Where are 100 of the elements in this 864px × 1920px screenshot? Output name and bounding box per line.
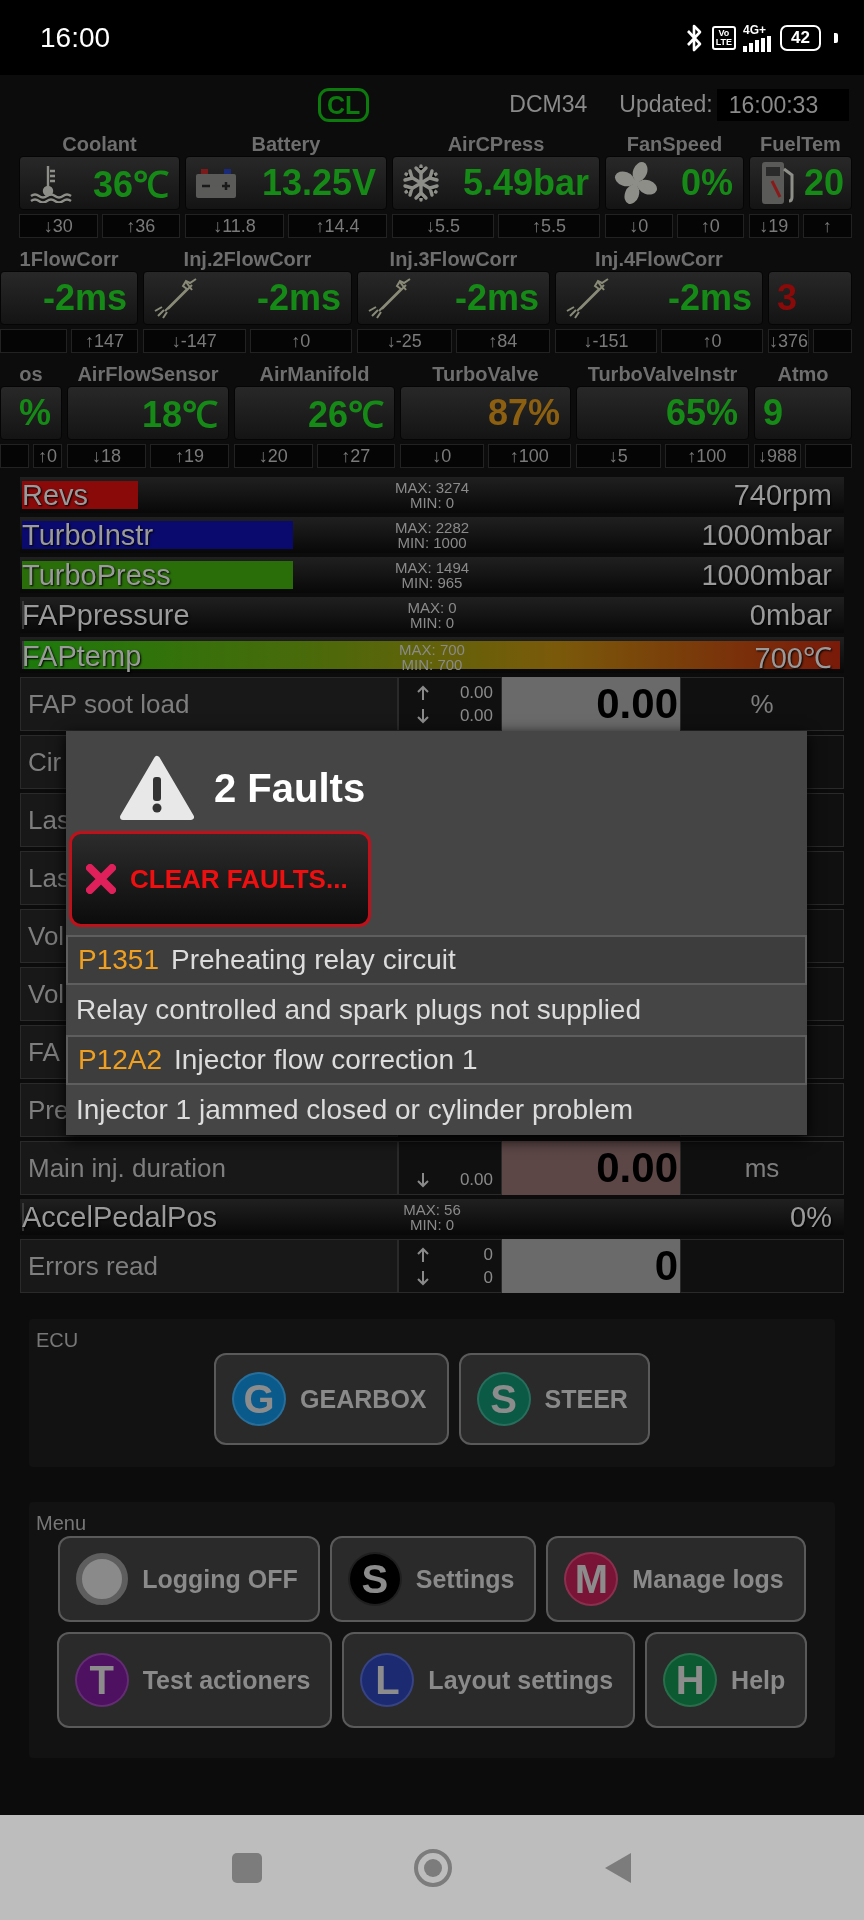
- letter-badge: L: [360, 1653, 415, 1707]
- warning-icon: [120, 755, 194, 821]
- value-display: 0.00: [502, 1141, 680, 1195]
- max-reading: MAX: 1494: [394, 560, 470, 575]
- unit-label: %: [680, 677, 844, 731]
- min-reading: 0.00: [459, 705, 493, 726]
- max-reading: MAX: 56: [403, 1202, 461, 1217]
- gauge-value: 13.25V: [260, 162, 376, 204]
- volte-badge: Vo LTE: [711, 25, 737, 50]
- max-reading: ↑14.4: [288, 214, 387, 238]
- unit-label: ms: [680, 1141, 844, 1195]
- gauge-value: -2ms: [255, 277, 341, 319]
- gauge-label: FanSpeed: [626, 133, 723, 155]
- max-reading: MAX: 3274: [394, 480, 470, 495]
- arrow-up-icon: [417, 684, 429, 701]
- empty-cell: [805, 444, 852, 468]
- status-badge: CL: [318, 87, 370, 122]
- fault-code: P12A2: [78, 1044, 163, 1076]
- gauge-value: 18℃: [140, 392, 218, 437]
- clock-time: 16:00: [40, 21, 112, 54]
- menu-button[interactable]: L Layout settings: [342, 1632, 636, 1728]
- min-reading: ↓-25: [357, 329, 452, 353]
- letter-badge: S: [347, 1552, 402, 1606]
- menu-button[interactable]: H Help: [645, 1632, 808, 1728]
- min-reading: ↓-147: [143, 329, 246, 353]
- bar-reading: 0mbar: [748, 598, 833, 632]
- gauge-value: 0%: [679, 162, 733, 204]
- menu-button[interactable]: T Test actioners: [56, 1632, 333, 1728]
- value-display: 0.00: [502, 677, 680, 731]
- bar-label: TurboInstr: [21, 518, 155, 552]
- min-reading: ↓0: [400, 444, 484, 468]
- bar-reading: 740rpm: [732, 478, 833, 512]
- menu-button[interactable]: S STEER: [458, 1353, 650, 1445]
- letter-badge: T: [74, 1653, 129, 1707]
- max-reading: ↑100: [487, 444, 571, 468]
- min-reading: ↓18: [67, 444, 146, 468]
- max-reading: MAX: 700: [399, 641, 465, 657]
- updated-time: 16:00:33: [716, 88, 849, 121]
- max-reading: ↑0: [676, 214, 744, 238]
- gauge-value: -2ms: [41, 277, 127, 319]
- gauge-label: 1FlowCorr: [19, 248, 119, 270]
- gauge-value: -2ms: [666, 277, 752, 319]
- max-reading: ↑100: [664, 444, 749, 468]
- close-icon: [86, 864, 116, 894]
- thermometer-icon: [28, 163, 72, 203]
- fan-icon: [614, 161, 658, 205]
- bar-reading: 1000mbar: [700, 518, 833, 552]
- max-reading: MAX: 2282: [394, 520, 470, 535]
- recents-icon: [231, 1851, 263, 1884]
- max-reading: 0: [483, 1244, 493, 1265]
- min-reading: ↓0: [605, 214, 673, 238]
- min-reading: ↓-151: [555, 329, 657, 353]
- battery-indicator: 42: [780, 24, 821, 51]
- gauge-value: 87%: [486, 392, 560, 434]
- readout-label: FAP soot load: [20, 677, 398, 731]
- empty-cell: [0, 329, 67, 353]
- max-reading: ↑84: [455, 329, 550, 353]
- home-icon: [413, 1847, 453, 1888]
- min-reading: ↓376: [768, 329, 810, 353]
- min-reading: MIN: 965: [401, 575, 463, 590]
- gauge-label: FuelTem: [760, 133, 841, 155]
- menu-button[interactable]: G GEARBOX: [214, 1353, 449, 1445]
- clear-faults-button[interactable]: CLEAR FAULTS...: [69, 831, 371, 927]
- letter-badge: H: [663, 1653, 718, 1707]
- gauge-value: 26℃: [306, 392, 384, 437]
- min-reading: ↓988: [754, 444, 801, 468]
- gauge-value: 9: [763, 392, 785, 434]
- empty-cell: [813, 329, 852, 353]
- module-name: DCM34: [509, 91, 588, 118]
- menu-button[interactable]: M Manage logs: [546, 1536, 806, 1622]
- min-reading: MIN: 0: [409, 495, 455, 510]
- min-reading: 0.00: [459, 1169, 493, 1190]
- max-reading: MAX: 0: [407, 600, 457, 615]
- max-reading: ↑: [802, 214, 852, 238]
- gauge-value: 3: [777, 277, 799, 319]
- gauge-label: os: [19, 363, 43, 385]
- gauge-label: AirFlowSensor: [77, 363, 219, 385]
- snowflake-icon: [401, 163, 441, 203]
- min-reading: MIN: 0: [409, 615, 455, 630]
- toggle-button[interactable]: Logging OFF: [58, 1536, 320, 1622]
- menu-button[interactable]: S Settings: [329, 1536, 537, 1622]
- min-reading: MIN: 700: [401, 656, 463, 672]
- updated-label: Updated:: [619, 91, 713, 118]
- panel-title: Menu: [36, 1512, 87, 1534]
- readout-label: Main inj. duration: [20, 1141, 398, 1195]
- min-reading: ↓5.5: [392, 214, 494, 238]
- min-reading: 0: [483, 1267, 493, 1288]
- gauge-label: Atmo: [777, 363, 829, 385]
- gauge-label: AirManifold: [259, 363, 370, 385]
- gauge-label: Coolant: [62, 133, 137, 155]
- network-type: 4G+: [743, 23, 767, 36]
- letter-badge: G: [232, 1372, 287, 1426]
- gauge-label: Battery: [251, 133, 321, 155]
- max-reading: ↑27: [316, 444, 395, 468]
- letter-badge: M: [564, 1552, 619, 1606]
- gauge-label: TurboValveInstr: [587, 363, 738, 385]
- min-reading: MIN: 0: [409, 1217, 455, 1232]
- battery-icon: [194, 166, 238, 200]
- gauge-value: 20: [804, 162, 845, 204]
- arrow-up-icon: [417, 1246, 429, 1263]
